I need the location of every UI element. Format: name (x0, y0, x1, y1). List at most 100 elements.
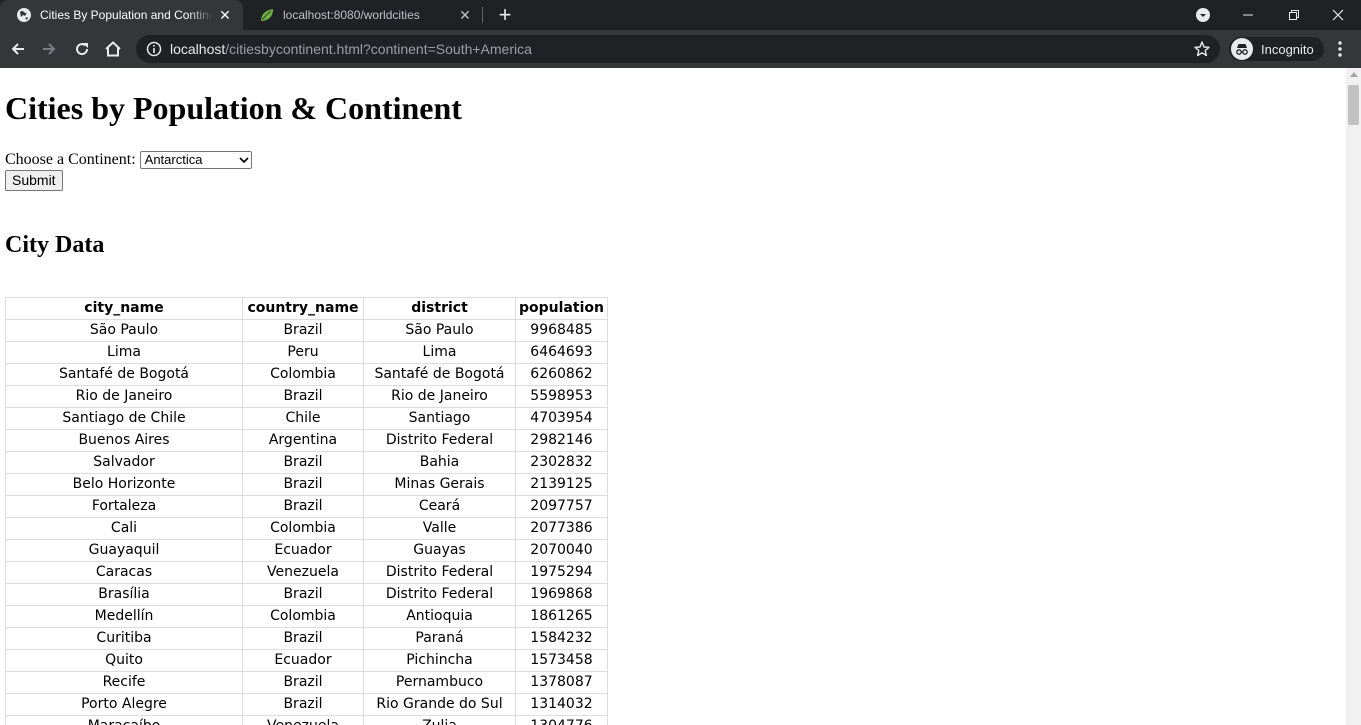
population-cell: 1584232 (515, 627, 608, 650)
more-menu-icon[interactable] (1330, 40, 1350, 58)
country-name-cell: Brazil (242, 385, 364, 408)
country-name-cell: Peru (242, 341, 364, 364)
district-cell: Rio Grande do Sul (363, 693, 516, 716)
tab-cities-by-population[interactable]: Cities By Population and Continent ✕ (0, 0, 243, 30)
country-name-cell: Brazil (242, 473, 364, 496)
header-district: district (363, 297, 516, 320)
population-cell: 4703954 (515, 407, 608, 430)
table-row: Belo Horizonte Brazil Minas Gerais 2139125 (5, 473, 608, 496)
country-name-cell: Brazil (242, 693, 364, 716)
table-row: Santiago de Chile Chile Santiago 4703954 (5, 407, 608, 430)
new-tab-button[interactable]: + (493, 3, 517, 27)
population-cell: 9968485 (515, 319, 608, 342)
district-cell: Santiago (363, 407, 516, 430)
bookmark-star-icon[interactable] (1193, 40, 1211, 58)
city-name-cell: Curitiba (5, 627, 243, 650)
population-cell: 1975294 (515, 561, 608, 584)
district-cell: São Paulo (363, 319, 516, 342)
close-tab-icon[interactable]: ✕ (457, 7, 473, 23)
district-cell: Zulia (363, 715, 516, 725)
scrollbar-thumb[interactable] (1348, 85, 1359, 125)
country-name-cell: Venezuela (242, 715, 364, 725)
population-cell: 2302832 (515, 451, 608, 474)
site-info-icon[interactable] (146, 41, 162, 57)
country-name-cell: Brazil (242, 451, 364, 474)
tab-title: Cities By Population and Continent (40, 8, 213, 22)
population-cell: 2077386 (515, 517, 608, 540)
continent-selected-value: Antarctica (144, 151, 203, 167)
incognito-icon (1231, 38, 1253, 60)
table-row: Lima Peru Lima 6464693 (5, 341, 608, 364)
home-icon[interactable] (99, 35, 127, 63)
table-row: MaracaíboVenezuelaZulia1304776 (5, 715, 608, 725)
section-title: City Data (5, 232, 105, 258)
district-cell: Ceará (363, 495, 516, 518)
population-cell: 6260862 (515, 363, 608, 386)
tab-worldcities[interactable]: localhost:8080/worldcities ✕ (243, 0, 483, 30)
city-name-cell: Medellín (5, 605, 243, 628)
table-row: Santafé de Bogotá Colombia Santafé de Bogo… (5, 363, 608, 386)
header-population: population (515, 297, 608, 320)
population-cell: 6464693 (515, 341, 608, 364)
table-row: Curitiba Brazil Paraná 1584232 (5, 627, 608, 650)
country-name-cell: Argentina (242, 429, 364, 452)
district-cell: Distrito Federal (363, 583, 516, 606)
page-content: Cities by Population & Continent Choose … (0, 68, 1346, 725)
population-cell: 2139125 (515, 473, 608, 496)
close-window-icon[interactable] (1315, 0, 1361, 30)
population-cell: 1573458 (515, 649, 608, 672)
table-body: São Paulo Brazil São Paulo 9968485 Lima Peru L… (5, 319, 608, 725)
table-row: Salvador Brazil Bahia 2302832 (5, 451, 608, 474)
city-name-cell: Lima (5, 341, 243, 364)
district-cell: Pernambuco (363, 671, 516, 694)
close-tab-icon[interactable]: ✕ (217, 7, 233, 23)
city-name-cell: Recife (5, 671, 243, 694)
population-cell: 2070040 (515, 539, 608, 562)
scroll-up-arrow-icon[interactable] (1350, 72, 1358, 77)
city-name-cell: Salvador (5, 451, 243, 474)
population-cell: 1861265 (515, 605, 608, 628)
country-name-cell: Brazil (242, 319, 364, 342)
tab-title: localhost:8080/worldcities (283, 8, 420, 22)
population-cell: 2097757 (515, 495, 608, 518)
header-country-name: country_name (242, 297, 364, 320)
country-name-cell: Brazil (242, 495, 364, 518)
url-path: /citiesbycontinent.html?continent=South+… (225, 41, 532, 57)
population-cell: 1378087 (515, 671, 608, 694)
forward-arrow-icon[interactable] (35, 35, 63, 63)
tab-separator (482, 7, 483, 23)
population-cell: 1969868 (515, 583, 608, 606)
table-header-row: city_name country_name district populati… (5, 297, 608, 320)
back-arrow-icon[interactable] (4, 35, 32, 63)
minimize-icon[interactable] (1225, 0, 1271, 30)
continent-select[interactable]: Antarctica (139, 150, 252, 169)
table-row: Rio de Janeiro Brazil Rio de Janeiro 559895… (5, 385, 608, 408)
city-name-cell: Brasília (5, 583, 243, 606)
table-row: Brasília Brazil Distrito Federal 1969868 (5, 583, 608, 606)
district-cell: Antioquia (363, 605, 516, 628)
city-name-cell: São Paulo (5, 319, 243, 342)
population-cell: 5598953 (515, 385, 608, 408)
table-row: Fortaleza Brazil Ceará 2097757 (5, 495, 608, 518)
restore-icon[interactable] (1271, 0, 1317, 30)
city-name-cell: Cali (5, 517, 243, 540)
header-city-name: city_name (5, 297, 243, 320)
city-name-cell: Fortaleza (5, 495, 243, 518)
country-name-cell: Ecuador (242, 539, 364, 562)
table-row: Caracas Venezuela Distrito Federal 1975294 (5, 561, 608, 584)
vertical-scrollbar[interactable] (1346, 68, 1361, 725)
country-name-cell: Colombia (242, 517, 364, 540)
district-cell: Distrito Federal (363, 561, 516, 584)
district-cell: Pichincha (363, 649, 516, 672)
district-cell: Minas Gerais (363, 473, 516, 496)
submit-button[interactable]: Submit (5, 170, 63, 191)
incognito-profile-button[interactable]: Incognito (1229, 37, 1324, 61)
district-cell: Santafé de Bogotá (363, 363, 516, 386)
reload-icon[interactable] (68, 35, 96, 63)
tab-search-icon[interactable] (1192, 4, 1214, 26)
population-cell: 1304776 (515, 715, 608, 725)
district-cell: Rio de Janeiro (363, 385, 516, 408)
city-name-cell: Buenos Aires (5, 429, 243, 452)
district-cell: Lima (363, 341, 516, 364)
city-data-table: city_name country_name district populati… (5, 297, 608, 725)
